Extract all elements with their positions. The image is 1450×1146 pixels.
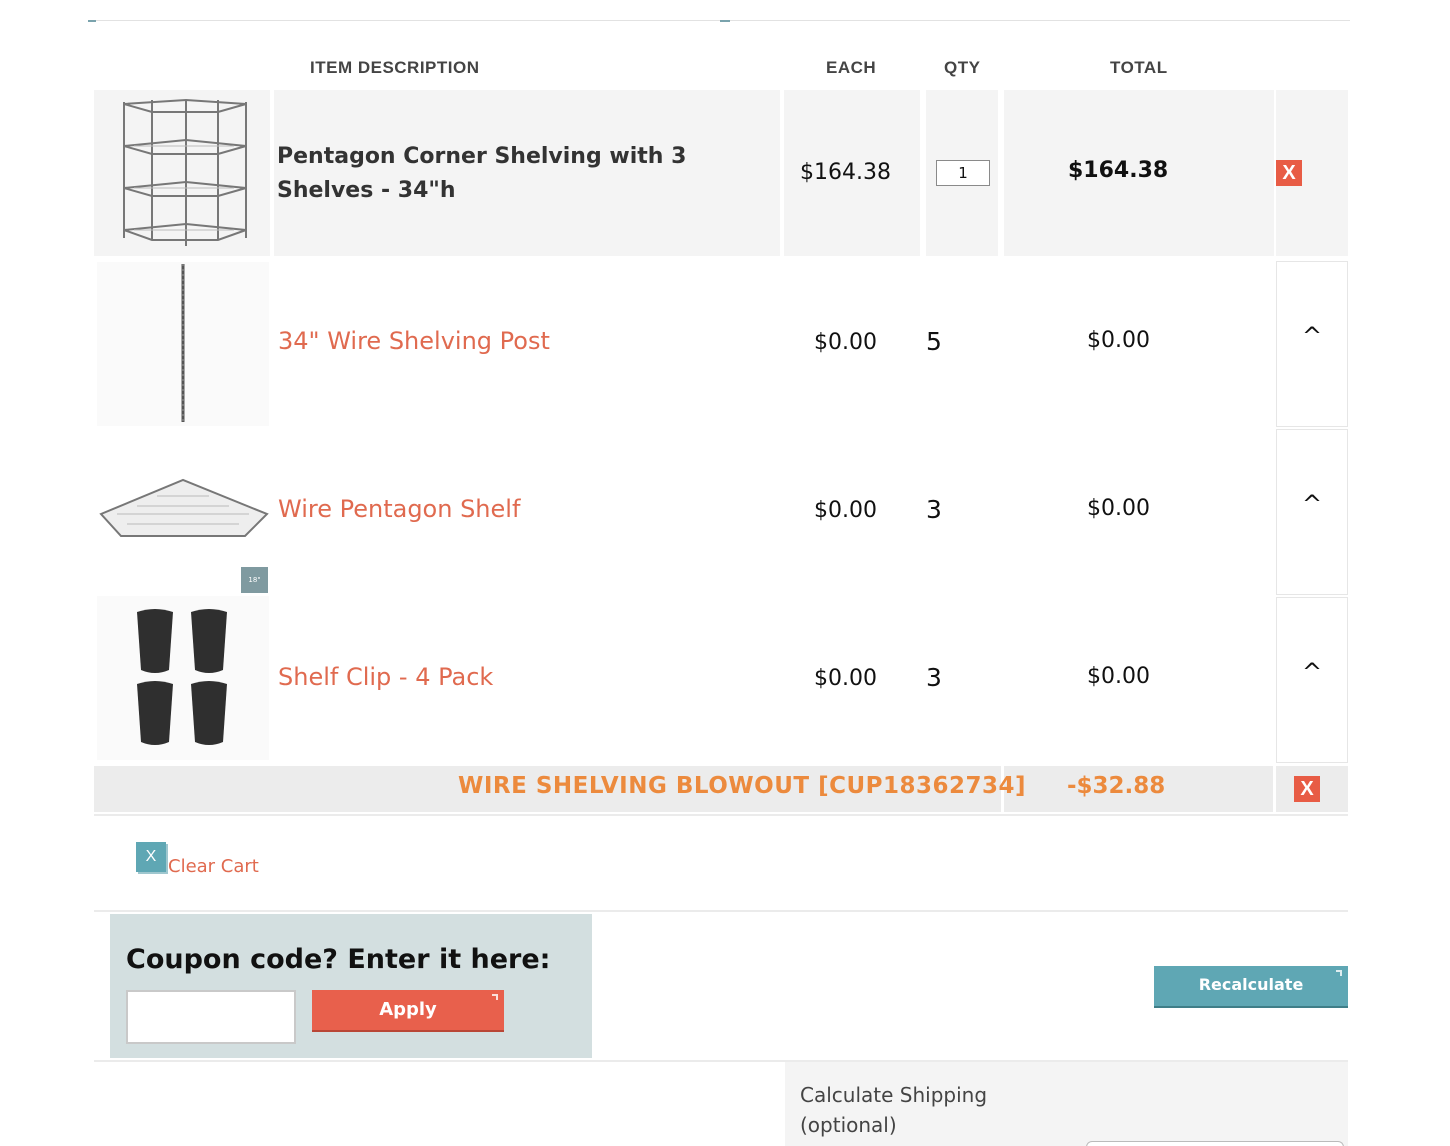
component-qty: 3 — [926, 495, 942, 524]
shipping-select[interactable] — [1086, 1141, 1344, 1146]
shelf-clip-image — [137, 609, 227, 745]
caret-up-icon: ^ — [1301, 658, 1323, 686]
top-divider-mark — [88, 20, 96, 22]
main-item-image-cell — [94, 90, 270, 256]
caret-up-icon: ^ — [1301, 322, 1323, 350]
size-badge: 18" — [241, 567, 268, 593]
header-qty: QTY — [944, 58, 981, 77]
shelving-post-image — [181, 264, 185, 422]
header-item-description: ITEM DESCRIPTION — [310, 58, 480, 77]
coupon-heading: Coupon code? Enter it here: — [126, 944, 551, 975]
component-title-link[interactable]: 34" Wire Shelving Post — [278, 327, 550, 355]
divider — [94, 910, 1348, 912]
component-image-cell — [97, 596, 269, 760]
component-qty: 3 — [926, 663, 942, 692]
component-each-price: $0.00 — [814, 666, 877, 691]
quantity-input[interactable]: 1 — [936, 160, 990, 186]
caret-up-icon: ^ — [1301, 490, 1323, 518]
calculate-shipping-label: Calculate Shipping (optional) — [800, 1083, 988, 1137]
main-item-title: Pentagon Corner Shelving with 3 Shelves … — [277, 144, 687, 203]
corner-arrow-icon — [1336, 970, 1342, 976]
component-each-price: $0.00 — [814, 498, 877, 523]
remove-item-button[interactable]: X — [1276, 160, 1302, 186]
component-toggle-button[interactable]: ^ — [1276, 429, 1348, 595]
column-divider — [1273, 766, 1276, 812]
component-total: $0.00 — [1087, 664, 1150, 689]
remove-coupon-button[interactable]: X — [1294, 776, 1320, 802]
wire-shelving-unit-image — [123, 98, 247, 246]
header-total: TOTAL — [1110, 58, 1168, 77]
component-toggle-button[interactable]: ^ — [1276, 597, 1348, 763]
recalculate-button[interactable]: Recalculate — [1154, 966, 1348, 1006]
corner-arrow-icon — [492, 994, 498, 1000]
component-each-price: $0.00 — [814, 330, 877, 355]
component-image-cell — [97, 262, 269, 426]
clear-cart-link[interactable]: Clear Cart — [168, 856, 259, 877]
apply-button-label: Apply — [379, 999, 437, 1020]
top-divider-mark — [720, 20, 730, 22]
main-item-each-price: $164.38 — [800, 160, 891, 185]
component-title-link[interactable]: Shelf Clip - 4 Pack — [278, 663, 493, 691]
clear-cart-icon[interactable]: X — [136, 842, 166, 872]
header-each: EACH — [826, 58, 877, 77]
coupon-code-input[interactable] — [126, 990, 296, 1044]
recalculate-button-label: Recalculate — [1198, 975, 1304, 994]
component-total: $0.00 — [1087, 496, 1150, 521]
divider — [94, 814, 1348, 816]
component-qty: 5 — [926, 327, 942, 356]
component-toggle-button[interactable]: ^ — [1276, 261, 1348, 427]
apply-coupon-button[interactable]: Apply — [312, 990, 504, 1030]
component-total: $0.00 — [1087, 328, 1150, 353]
main-item-total: $164.38 — [1068, 158, 1169, 183]
applied-coupon-amount: -$32.88 — [1067, 773, 1166, 799]
component-title-link[interactable]: Wire Pentagon Shelf — [278, 495, 520, 523]
applied-coupon-name: WIRE SHELVING BLOWOUT [CUP18362734] — [458, 773, 1027, 799]
